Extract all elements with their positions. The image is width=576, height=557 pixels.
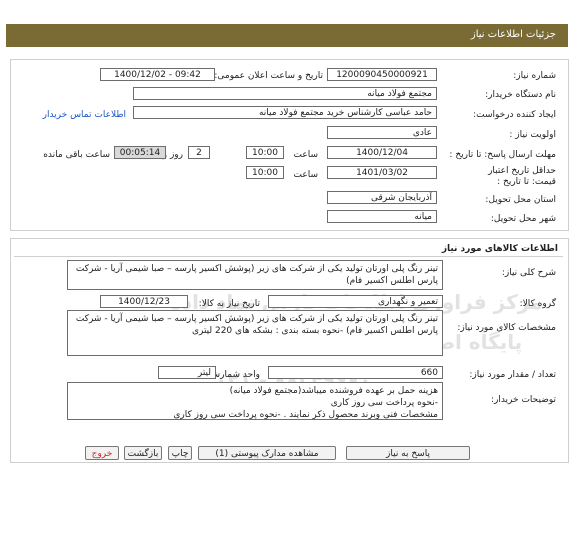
need-details-panel — [10, 59, 569, 231]
specs-label: مشخصات کالای مورد نیاز: — [457, 323, 556, 333]
unit-field: لیتر — [158, 366, 216, 379]
announce-label: تاریخ و ساعت اعلان عمومی: — [214, 71, 323, 81]
days-field: 2 — [188, 146, 210, 159]
requester-label: ایجاد کننده درخواست: — [473, 110, 556, 120]
reply-deadline-label: مهلت ارسال پاسخ: تا تاریخ : — [449, 150, 556, 160]
need-number-label: شماره نیاز: — [513, 71, 556, 81]
validity-date-field: 1401/03/02 — [327, 166, 437, 179]
goods-section-divider — [14, 256, 563, 257]
print-button[interactable]: چاپ — [168, 446, 192, 460]
group-field: تعمیر و نگهداری — [268, 295, 443, 308]
priority-field: عادی — [327, 126, 437, 139]
need-number-field: 1200090450000921 — [327, 68, 437, 81]
contact-info-link[interactable]: اطلاعات تماس خریدار — [43, 110, 126, 120]
notes-field: هزینه حمل بر عهده فروشنده میباشد(مجتمع ف… — [67, 382, 443, 420]
remaining-time-label: ساعت باقی مانده — [43, 150, 110, 160]
reply-time-label: ساعت — [293, 150, 319, 160]
goods-section-title: اطلاعات کالاهای مورد نیاز — [441, 244, 558, 254]
reply-time-field: 10:00 — [246, 146, 284, 159]
exit-button[interactable]: خروج — [85, 446, 119, 460]
reply-date-field: 1400/12/04 — [327, 146, 437, 159]
page-title: جزئیات اطلاعات نیاز — [470, 29, 556, 40]
buyer-org-field: مجتمع فولاد میانه — [133, 87, 437, 100]
buyer-org-label: نام دستگاه خریدار: — [485, 90, 556, 100]
notes-label: توضیحات خریدار: — [490, 395, 556, 405]
summary-field: تینر رنگ پلی اورتان تولید یکی از شرکت ها… — [67, 260, 443, 290]
need-date-label: تاریخ نیاز به کالا: — [198, 299, 260, 309]
qty-label: تعداد / مقدار مورد نیاز: — [469, 370, 556, 380]
province-label: استان محل تحویل: — [485, 195, 556, 205]
back-button[interactable]: بازگشت — [124, 446, 162, 460]
validity-label: حداقل تاریخ اعتبار قیمت: تا تاریخ : — [488, 166, 556, 187]
group-label: گروه کالا: — [519, 299, 556, 309]
summary-label: شرح کلی نیاز: — [501, 268, 556, 278]
need-date-field: 1400/12/23 — [100, 295, 188, 308]
reply-button[interactable]: پاسخ به نیاز — [346, 446, 470, 460]
specs-field: تینر رنگ پلی اورتان تولید یکی از شرکت ها… — [67, 310, 443, 356]
qty-field: 660 — [268, 366, 443, 379]
priority-label: اولویت نیاز : — [509, 130, 556, 140]
province-field: آذربایجان شرقی — [327, 191, 437, 204]
requester-field: حامد عباسی کارشناس خرید مجتمع فولاد میان… — [133, 106, 437, 119]
page-header: جزئیات اطلاعات نیاز — [6, 24, 568, 47]
notes-line-1: هزینه حمل بر عهده فروشنده میباشد(مجتمع ف… — [229, 386, 438, 396]
city-label: شهر محل تحویل: — [490, 214, 556, 224]
validity-time-field: 10:00 — [246, 166, 284, 179]
validity-time-label: ساعت — [293, 170, 319, 180]
notes-line-2: -نحوه پرداخت سی روز کاری — [330, 398, 438, 408]
city-field: میانه — [327, 210, 437, 223]
remaining-time-field: 00:05:14 — [114, 146, 166, 159]
notes-line-3: مشخصات فنی وبرند محصول ذکر نمایند . -نحو… — [173, 410, 438, 420]
announce-field: 1400/12/02 - 09:42 — [100, 68, 215, 81]
attachments-button[interactable]: مشاهده مدارک پیوستی (1) — [198, 446, 336, 460]
